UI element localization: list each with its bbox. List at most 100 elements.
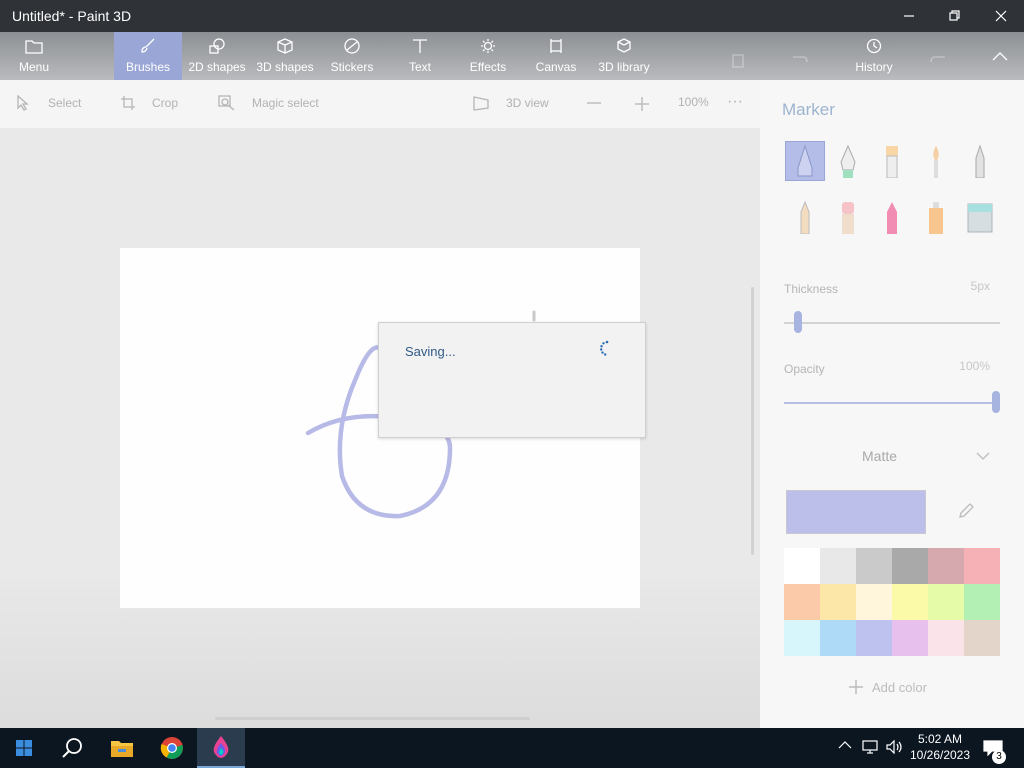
menu-button[interactable]: Menu (0, 32, 68, 80)
more-options-button[interactable]: ··· (727, 93, 743, 111)
palette-swatch[interactable] (928, 548, 964, 584)
minimize-button[interactable] (886, 0, 932, 32)
tab-3d-library[interactable]: 3D library (592, 32, 656, 80)
palette-swatch[interactable] (892, 620, 928, 656)
finish-dropdown[interactable]: Matte (862, 448, 897, 464)
calligraphy-pen-icon (840, 144, 856, 178)
brush-icon (141, 38, 155, 53)
palette-swatch[interactable] (820, 548, 856, 584)
eyedropper-icon[interactable] (956, 501, 976, 521)
palette-swatch[interactable] (892, 584, 928, 620)
speaker-icon (886, 740, 902, 754)
history-button[interactable]: History (846, 32, 902, 80)
close-button[interactable] (978, 0, 1024, 32)
selected-color-swatch[interactable] (786, 490, 926, 534)
chevron-down-icon[interactable] (976, 452, 990, 461)
paint3d-taskbar-button[interactable] (197, 728, 245, 768)
thickness-value[interactable]: 5px (910, 279, 990, 293)
redo-button[interactable] (910, 32, 966, 80)
sun-icon (481, 39, 495, 53)
search-button[interactable] (48, 728, 96, 768)
tab-stickers-label: Stickers (330, 60, 374, 74)
palette-swatch[interactable] (784, 584, 820, 620)
opacity-label: Opacity (784, 362, 825, 376)
fill-brush[interactable] (960, 197, 1000, 237)
magic-select-icon (218, 95, 235, 111)
watercolor-brush[interactable] (916, 141, 956, 181)
opacity-slider[interactable] (784, 402, 1000, 404)
palette-swatch[interactable] (856, 584, 892, 620)
window-title: Untitled* - Paint 3D (12, 8, 132, 24)
palette-swatch[interactable] (784, 548, 820, 584)
select-tool[interactable]: Select (16, 95, 81, 111)
tab-effects[interactable]: Effects (460, 32, 516, 80)
restore-button[interactable] (932, 0, 978, 32)
minimize-icon (904, 15, 914, 17)
redo-icon (930, 56, 945, 63)
palette-swatch[interactable] (784, 620, 820, 656)
tab-3d-library-label: 3D library (598, 60, 650, 74)
thickness-slider[interactable] (784, 322, 1000, 324)
crop-label: Crop (152, 96, 179, 110)
zoom-out-button[interactable] (586, 97, 602, 109)
thickness-slider-thumb[interactable] (794, 311, 803, 333)
tab-effects-label: Effects (469, 60, 507, 74)
palette-swatch[interactable] (964, 584, 1000, 620)
spray-can-brush[interactable] (916, 197, 956, 237)
palette-swatch[interactable] (892, 548, 928, 584)
panel-title: Marker (782, 100, 835, 119)
add-color-label: Add color (872, 679, 927, 695)
pencil-brush[interactable] (785, 197, 825, 237)
marker-icon (797, 144, 813, 177)
3d-view-toggle[interactable]: 3D view (472, 95, 549, 111)
volume-control[interactable] (886, 740, 904, 754)
palette-swatch[interactable] (820, 584, 856, 620)
zoom-in-button[interactable] (634, 96, 650, 112)
file-explorer-button[interactable] (98, 728, 146, 768)
watercolor-icon (933, 146, 939, 178)
palette-swatch[interactable] (856, 548, 892, 584)
palette-swatch[interactable] (856, 620, 892, 656)
clock[interactable]: 5:02 AM 10/26/2023 (904, 731, 976, 763)
palette-swatch[interactable] (820, 620, 856, 656)
crayon-brush[interactable] (872, 197, 912, 237)
network-status[interactable] (862, 740, 880, 754)
opacity-value[interactable]: 100% (910, 359, 990, 373)
title-bar: Untitled* - Paint 3D (0, 0, 1024, 32)
tab-canvas[interactable]: Canvas (528, 32, 584, 80)
palette-swatch[interactable] (964, 620, 1000, 656)
calligraphy-pen-brush[interactable] (828, 141, 868, 181)
paste-icon (732, 54, 744, 68)
saving-message: Saving... (405, 344, 456, 359)
show-hidden-icons-button[interactable] (838, 740, 852, 750)
vertical-scrollbar[interactable] (751, 287, 754, 555)
paste-button[interactable] (718, 32, 758, 80)
palette-swatch[interactable] (964, 548, 1000, 584)
notification-count-badge: 3 (992, 750, 1006, 764)
add-color-button[interactable]: Add color (848, 679, 927, 695)
tab-text[interactable]: Text (392, 32, 448, 80)
start-button[interactable] (0, 728, 48, 768)
collapse-ribbon-button[interactable] (982, 32, 1018, 80)
eraser-brush[interactable] (828, 197, 868, 237)
palette-swatch[interactable] (928, 620, 964, 656)
windows-start-icon (16, 740, 32, 756)
tab-canvas-label: Canvas (535, 60, 577, 74)
crop-tool[interactable]: Crop (120, 95, 178, 111)
magic-select-tool[interactable]: Magic select (218, 95, 319, 111)
close-icon (995, 10, 1007, 22)
tab-3d-shapes[interactable]: 3D shapes (252, 32, 318, 80)
chevron-up-icon (992, 52, 1008, 61)
oil-brush[interactable] (872, 141, 912, 181)
opacity-slider-thumb[interactable] (992, 391, 1000, 413)
palette-swatch[interactable] (928, 584, 964, 620)
pixel-pen-brush[interactable] (960, 141, 1000, 181)
tab-stickers[interactable]: Stickers (320, 32, 384, 80)
marker-brush[interactable] (785, 141, 825, 181)
chrome-button[interactable] (148, 728, 196, 768)
horizontal-scrollbar[interactable] (215, 717, 530, 720)
tab-brushes[interactable]: Brushes (114, 32, 182, 80)
chevron-up-icon (838, 741, 852, 749)
undo-button[interactable] (760, 32, 840, 80)
tab-2d-shapes[interactable]: 2D shapes (184, 32, 250, 80)
